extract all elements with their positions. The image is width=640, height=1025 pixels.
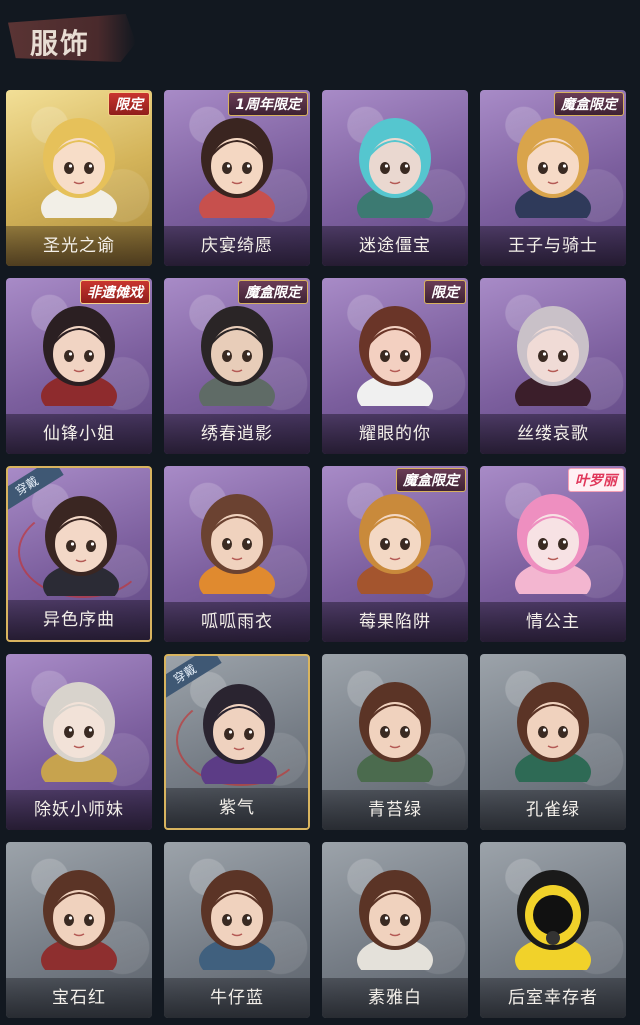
- header: 服饰: [0, 0, 640, 88]
- character-portrait: [199, 118, 275, 218]
- limited-badge: 魔盒限定: [554, 92, 624, 116]
- costume-name: 异色序曲: [43, 610, 115, 630]
- limited-badge: 1周年限定: [228, 92, 308, 116]
- costume-card[interactable]: 庆宴绮愿 1周年限定: [164, 90, 310, 266]
- costume-name: 孔雀绿: [526, 800, 580, 820]
- costume-card[interactable]: 迷途僵宝: [322, 90, 468, 266]
- costume-name: 莓果陷阱: [359, 612, 431, 632]
- costume-card[interactable]: 王子与骑士 魔盒限定: [480, 90, 626, 266]
- costume-name: 呱呱雨衣: [201, 612, 273, 632]
- costume-name: 仙锋小姐: [43, 424, 115, 444]
- character-portrait: [357, 118, 433, 218]
- costume-card[interactable]: 宝石红: [6, 842, 152, 1018]
- costume-name: 庆宴绮愿: [201, 236, 273, 256]
- character-portrait: [515, 494, 591, 594]
- costume-name: 紫气: [219, 798, 255, 818]
- character-portrait: [41, 870, 117, 970]
- limited-badge: 叶罗丽: [568, 468, 624, 492]
- costume-name: 王子与骑士: [508, 236, 598, 256]
- page-title: 服饰: [30, 27, 91, 60]
- character-portrait: [357, 682, 433, 782]
- costume-name: 素雅白: [368, 988, 422, 1008]
- character-portrait: [357, 306, 433, 406]
- costume-card[interactable]: 呱呱雨衣: [164, 466, 310, 642]
- costume-name: 绣春逍影: [201, 424, 273, 444]
- limited-badge: 限定: [424, 280, 466, 304]
- character-portrait: [201, 684, 277, 784]
- costume-card[interactable]: 后室幸存者: [480, 842, 626, 1018]
- costume-card[interactable]: 绣春逍影 魔盒限定: [164, 278, 310, 454]
- costume-card[interactable]: 青苔绿: [322, 654, 468, 830]
- costume-name: 耀眼的你: [359, 424, 431, 444]
- costume-name: 宝石红: [52, 988, 106, 1008]
- costume-card[interactable]: 异色序曲 穿戴: [6, 466, 152, 642]
- costume-name: 牛仔蓝: [210, 988, 264, 1008]
- character-portrait: [515, 306, 591, 406]
- costume-name: 青苔绿: [368, 800, 422, 820]
- character-portrait: [357, 494, 433, 594]
- costume-name: 圣光之谕: [43, 236, 115, 256]
- costume-card[interactable]: 除妖小师妹: [6, 654, 152, 830]
- costume-card[interactable]: 情公主 叶罗丽: [480, 466, 626, 642]
- costume-card[interactable]: 耀眼的你 限定: [322, 278, 468, 454]
- limited-badge: 限定: [108, 92, 150, 116]
- character-portrait: [41, 682, 117, 782]
- character-portrait: [199, 306, 275, 406]
- character-portrait: [515, 682, 591, 782]
- costume-card[interactable]: 孔雀绿: [480, 654, 626, 830]
- character-portrait: [357, 870, 433, 970]
- costume-card[interactable]: 莓果陷阱 魔盒限定: [322, 466, 468, 642]
- character-portrait: [41, 306, 117, 406]
- limited-badge: 魔盒限定: [396, 468, 466, 492]
- character-portrait: [41, 118, 117, 218]
- costume-card[interactable]: 丝缕哀歌: [480, 278, 626, 454]
- costume-card[interactable]: 紫气 穿戴: [164, 654, 310, 830]
- limited-badge: 魔盒限定: [238, 280, 308, 304]
- costume-name: 情公主: [526, 612, 580, 632]
- costume-grid: 圣光之谕 限定 庆宴绮愿 1周年限定 迷途僵宝 王子与骑士 魔盒限定 仙锋小姐 非遗傩戏 绣春逍影…: [6, 90, 634, 1020]
- costume-name: 除妖小师妹: [34, 800, 124, 820]
- costume-name: 丝缕哀歌: [517, 424, 589, 444]
- character-portrait: [199, 870, 275, 970]
- costume-card[interactable]: 素雅白: [322, 842, 468, 1018]
- costume-card[interactable]: 牛仔蓝: [164, 842, 310, 1018]
- costume-name: 后室幸存者: [508, 988, 598, 1008]
- character-portrait: [43, 496, 119, 596]
- costume-card[interactable]: 圣光之谕 限定: [6, 90, 152, 266]
- character-portrait: [199, 494, 275, 594]
- costume-card[interactable]: 仙锋小姐 非遗傩戏: [6, 278, 152, 454]
- character-portrait: [515, 870, 591, 970]
- limited-badge: 非遗傩戏: [80, 280, 150, 304]
- character-portrait: [515, 118, 591, 218]
- costume-name: 迷途僵宝: [359, 236, 431, 256]
